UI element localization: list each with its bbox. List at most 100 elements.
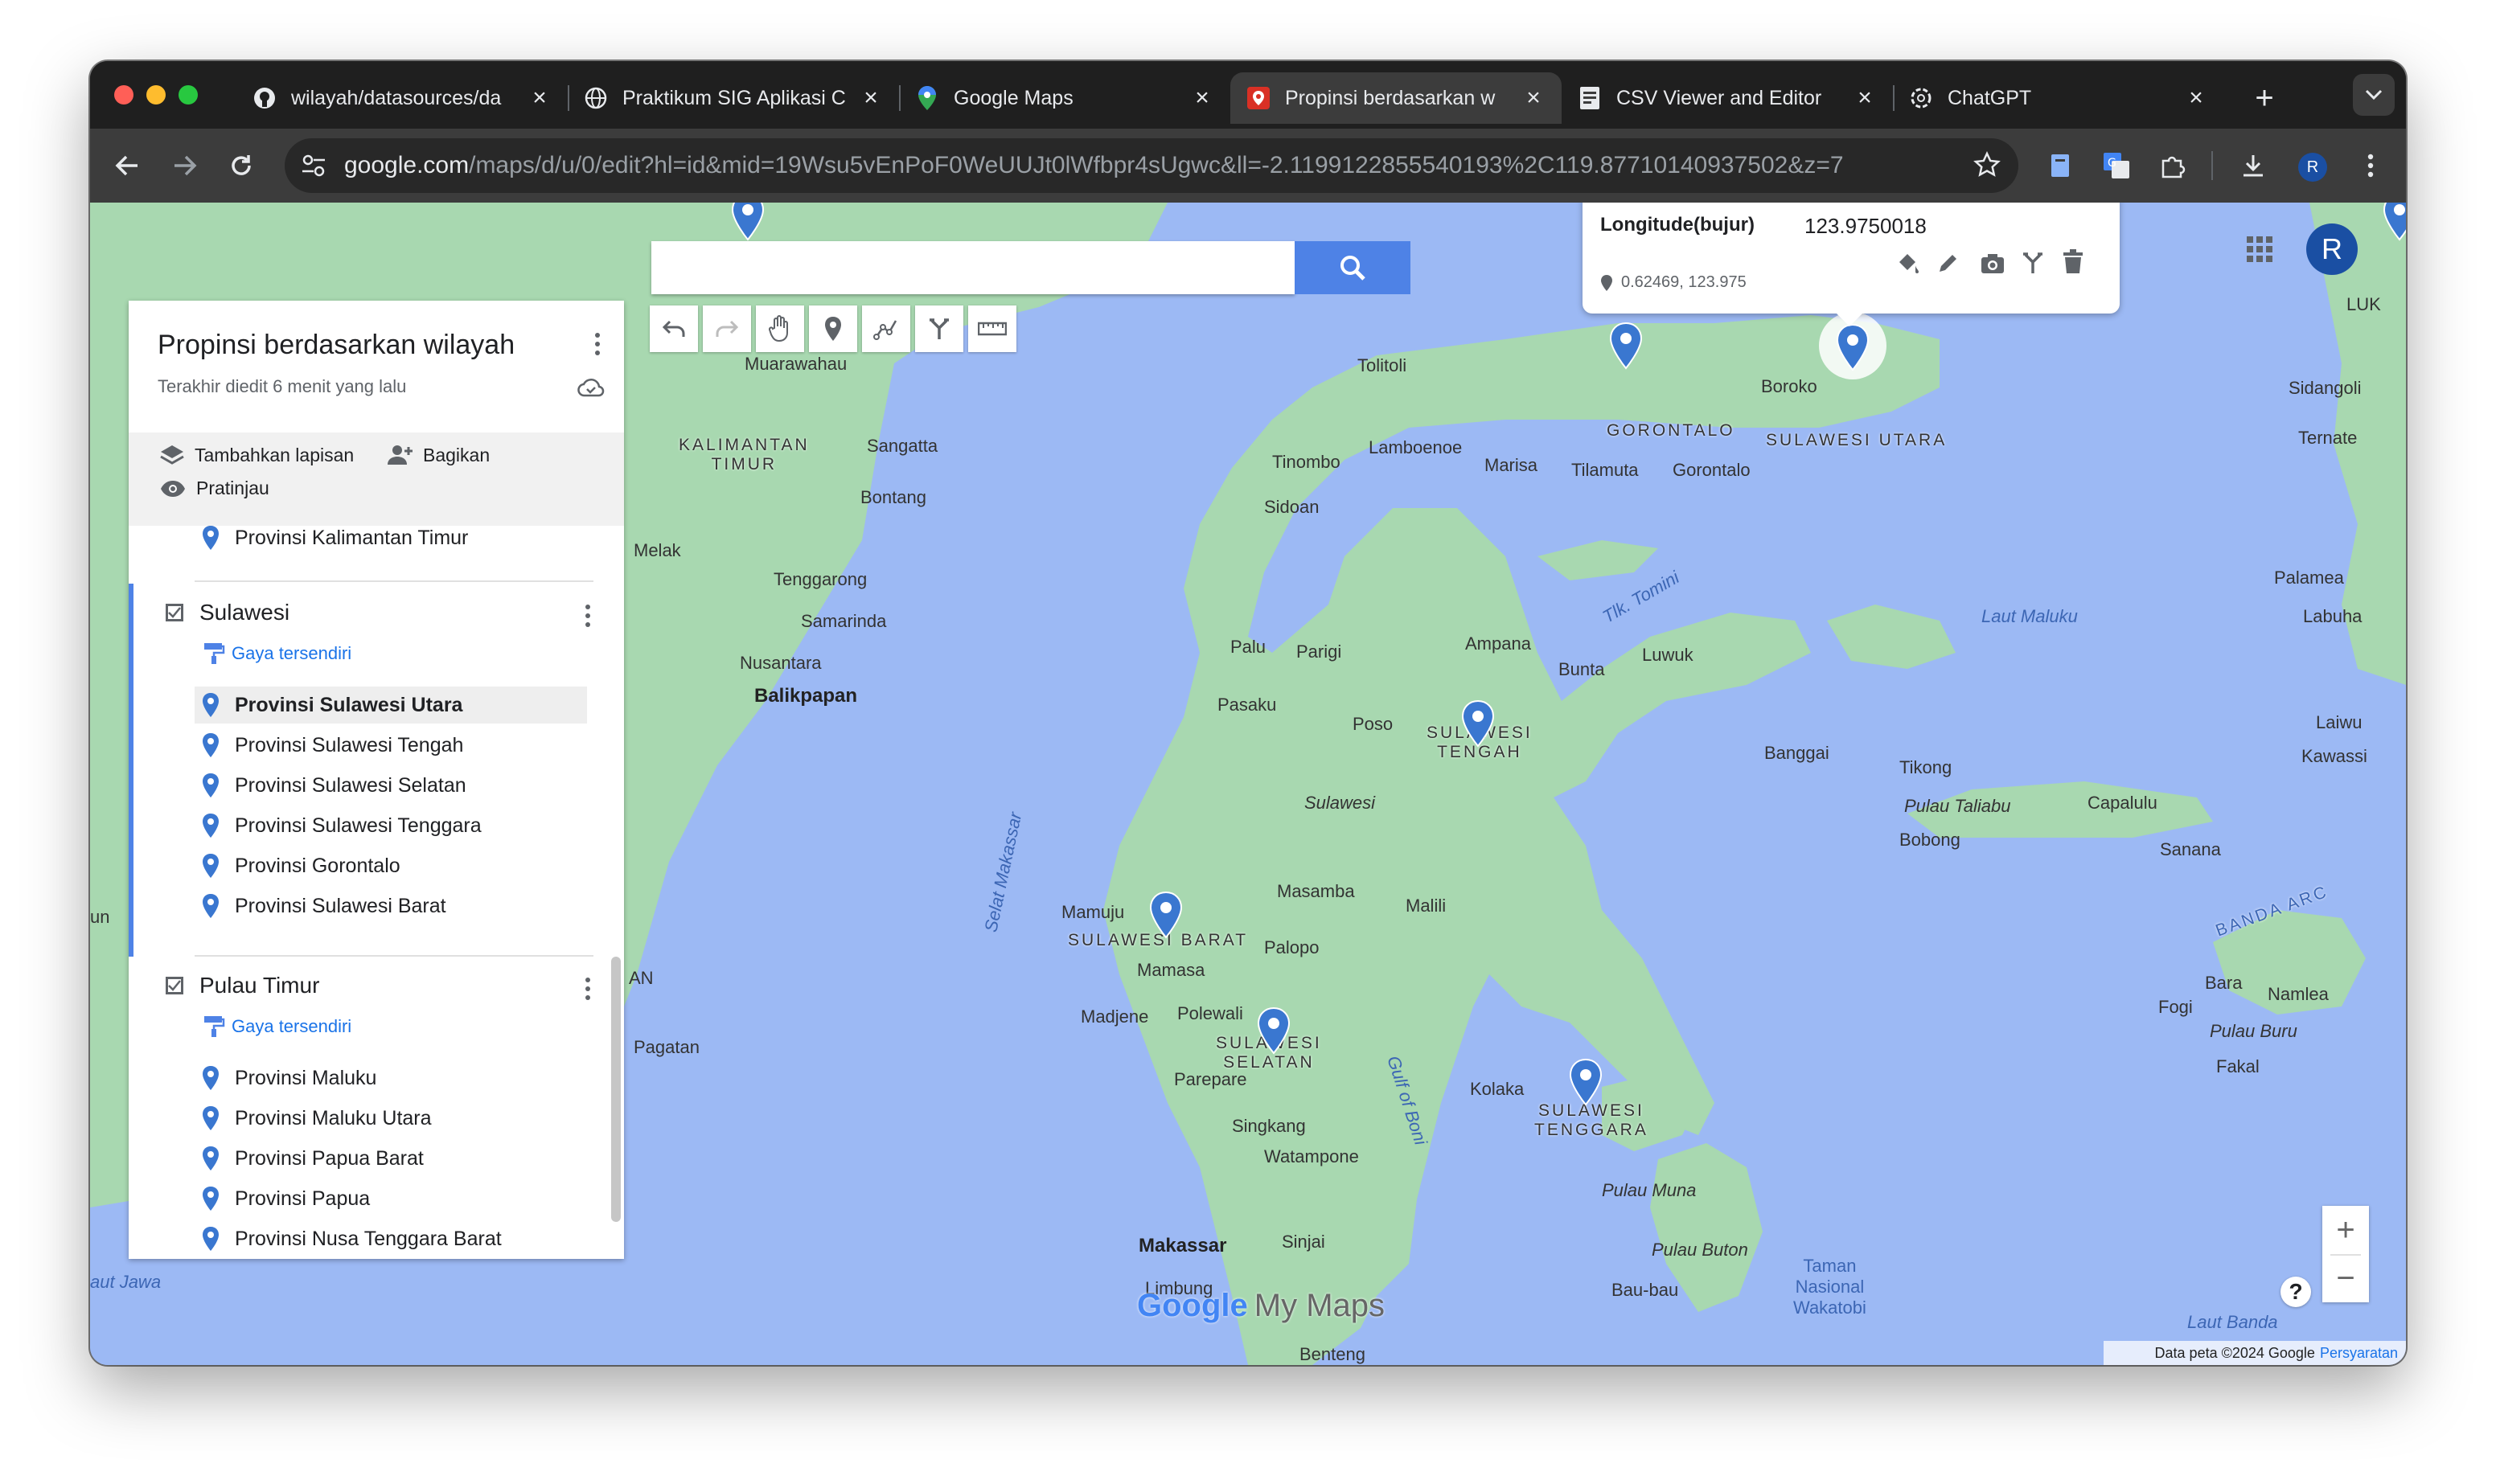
address-bar[interactable]: google.com/maps/d/u/0/edit?hl=id&mid=19W… [285, 138, 2018, 193]
layer-options-kebab-icon[interactable] [576, 600, 600, 632]
reload-button[interactable] [217, 141, 265, 190]
directions-fork-icon[interactable] [2022, 251, 2044, 275]
directions-button[interactable] [915, 305, 963, 352]
terms-link[interactable]: Persyaratan [2320, 1345, 2398, 1362]
extension-docs-icon [2051, 154, 2069, 177]
arrow-left-icon [115, 155, 138, 176]
map-pin-sulawesi-utara-selected[interactable] [1835, 323, 1870, 371]
map-pin-icon[interactable] [2382, 203, 2406, 241]
map-pin-gorontalo[interactable] [1608, 322, 1644, 370]
close-tab-icon[interactable]: × [2184, 84, 2208, 112]
puzzle-icon [2161, 156, 2186, 178]
map-label-laut-jawa: aut Jawa [90, 1272, 162, 1292]
layer-style-link[interactable]: Gaya tersendiri [203, 1015, 351, 1039]
layer-header-pulau-timur[interactable]: Pulau Timur [166, 973, 319, 998]
add-marker-button[interactable] [809, 305, 857, 352]
add-layer-button[interactable]: Tambahkan lapisan [159, 444, 354, 466]
list-item[interactable]: Provinsi Nusa Tenggara Barat [201, 1220, 502, 1257]
list-item[interactable]: Provinsi Maluku [201, 1060, 376, 1097]
close-tab-icon[interactable]: × [528, 84, 552, 112]
tab-propinsi-active[interactable]: Propinsi berdasarkan w × [1230, 72, 1562, 124]
map-label-gorontalo-region: GORONTALO [1607, 421, 1735, 440]
map-title[interactable]: Propinsi berdasarkan wilayah [158, 330, 515, 361]
preview-button[interactable]: Pratinjau [159, 478, 269, 499]
close-tab-icon[interactable]: × [1853, 84, 1877, 112]
maximize-window-button[interactable] [179, 85, 198, 105]
extension-docs-button[interactable] [2036, 141, 2084, 190]
new-tab-button[interactable]: + [2242, 76, 2287, 121]
paint-bucket-icon[interactable] [1895, 251, 1920, 277]
map-label-laut-maluku: Laut Maluku [1981, 606, 2078, 626]
layer-checkbox[interactable] [166, 977, 183, 994]
zoom-out-button[interactable]: − [2322, 1254, 2369, 1302]
panel-scrollbar[interactable] [611, 957, 621, 1222]
list-item[interactable]: Provinsi Sulawesi Tengah [201, 727, 463, 764]
forward-button[interactable] [161, 141, 209, 190]
map-pin-sulawesi-tenggara[interactable] [1568, 1058, 1603, 1106]
tab-search-button[interactable] [2353, 74, 2395, 116]
list-item[interactable]: Provinsi Gorontalo [201, 847, 400, 884]
minimize-window-button[interactable] [146, 85, 166, 105]
feature-info-window: Longitude(bujur) 123.9750018 0.62469, 12… [1583, 203, 2120, 326]
extensions-button[interactable] [2149, 141, 2197, 190]
tab-csv-viewer[interactable]: CSV Viewer and Editor × [1562, 72, 1895, 124]
account-avatar[interactable]: R [2306, 223, 2358, 275]
site-settings-icon[interactable] [301, 153, 326, 182]
downloads-button[interactable] [2229, 141, 2277, 190]
zoom-in-button[interactable]: + [2322, 1206, 2369, 1254]
panel-actions: Tambahkan lapisan Bagikan Pratinjau [129, 432, 624, 526]
list-item[interactable]: Provinsi Sulawesi Barat [201, 888, 446, 924]
map-label-mamuju: Mamuju [1061, 902, 1125, 922]
close-tab-icon[interactable]: × [1521, 84, 1546, 112]
close-window-button[interactable] [114, 85, 133, 105]
close-tab-icon[interactable]: × [859, 84, 883, 112]
redo-button[interactable] [703, 305, 751, 352]
edit-pencil-icon[interactable] [1936, 251, 1960, 275]
map-search-input[interactable] [651, 241, 1295, 294]
apps-grid-icon[interactable] [2245, 235, 2274, 264]
layer-style-link[interactable]: Gaya tersendiri [203, 642, 351, 666]
list-item[interactable]: Provinsi Papua Barat [201, 1140, 424, 1177]
draw-line-button[interactable] [862, 305, 910, 352]
list-item[interactable]: Provinsi Kalimantan Timur [201, 519, 468, 556]
tab-praktikum[interactable]: Praktikum SIG Aplikasi C × [568, 72, 901, 124]
map-pin-icon[interactable] [730, 203, 766, 241]
map-label-ternate: Ternate [2298, 428, 2358, 448]
measure-button[interactable] [968, 305, 1016, 352]
tab-google-maps[interactable]: Google Maps × [899, 72, 1230, 124]
tab-github[interactable]: wilayah/datasources/da × [236, 72, 569, 124]
map-label-kalimantan-timur: KALIMANTAN TIMUR [679, 436, 810, 473]
layer-header-sulawesi[interactable]: Sulawesi [166, 600, 289, 625]
map-canvas[interactable]: KALIMANTAN TIMUR Sangatta Bontang Melak … [90, 203, 2406, 1365]
profile-avatar[interactable]: R [2298, 153, 2327, 182]
list-item[interactable]: Provinsi Sulawesi Selatan [201, 767, 466, 804]
map-pin-sulawesi-selatan[interactable] [1256, 1006, 1291, 1055]
camera-icon[interactable] [1980, 252, 2005, 275]
map-label-parepare: Parepare [1174, 1069, 1247, 1089]
map-pin-sulawesi-tengah[interactable] [1460, 699, 1496, 748]
help-button[interactable]: ? [2280, 1277, 2311, 1307]
hand-icon [768, 315, 788, 342]
map-label-benteng: Benteng [1299, 1344, 1365, 1364]
map-options-kebab-icon[interactable] [585, 328, 610, 360]
list-item[interactable]: Provinsi Maluku Utara [201, 1100, 432, 1137]
url-text[interactable]: google.com/maps/d/u/0/edit?hl=id&mid=19W… [344, 138, 1844, 193]
map-pin-sulawesi-barat[interactable] [1148, 891, 1184, 939]
tab-chatgpt[interactable]: ChatGPT × [1893, 72, 2224, 124]
undo-button[interactable] [650, 305, 698, 352]
share-button[interactable]: Bagikan [384, 444, 490, 466]
back-button[interactable] [103, 141, 151, 190]
close-tab-icon[interactable]: × [1190, 84, 1214, 112]
pan-hand-button[interactable] [756, 305, 804, 352]
list-item[interactable]: Provinsi Sulawesi Tenggara [201, 807, 482, 844]
list-item-selected[interactable]: Provinsi Sulawesi Utara [195, 687, 587, 724]
layer-checkbox[interactable] [166, 604, 183, 621]
ruler-icon [978, 322, 1007, 336]
bookmark-star-icon[interactable] [1973, 151, 2001, 182]
list-item[interactable]: Provinsi Papua [201, 1180, 370, 1217]
search-button[interactable] [1295, 241, 1410, 294]
layer-options-kebab-icon[interactable] [576, 973, 600, 1005]
translate-extension-button[interactable]: G [2092, 141, 2141, 190]
delete-trash-icon[interactable] [2062, 249, 2084, 275]
browser-menu-button[interactable] [2346, 141, 2395, 190]
